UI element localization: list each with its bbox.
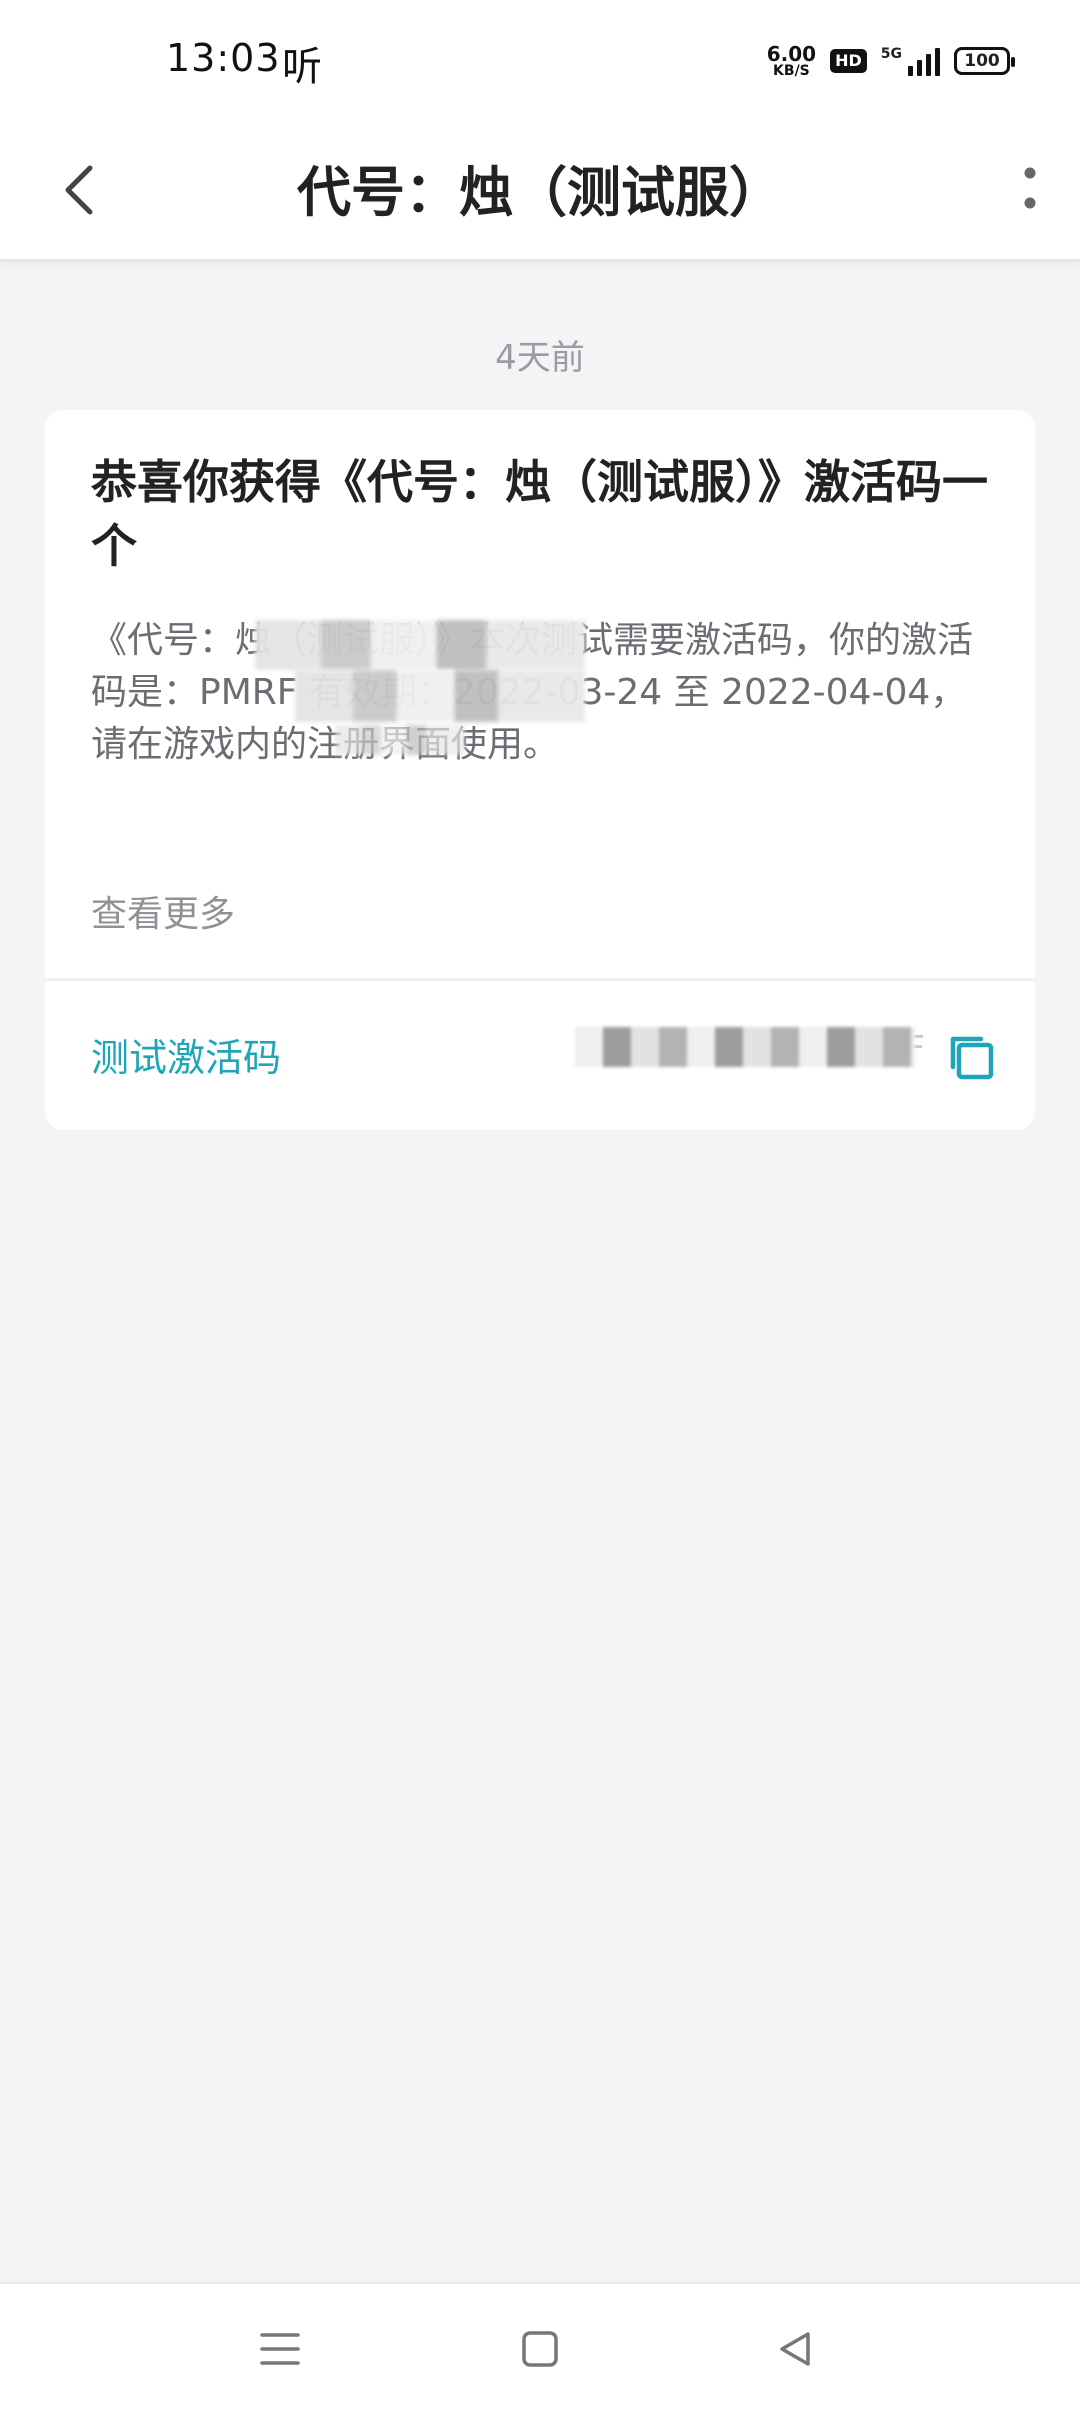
see-more-link[interactable]: 查看更多 <box>91 885 235 937</box>
battery-level: 100 <box>964 51 1000 71</box>
menu-icon <box>260 2333 300 2365</box>
activation-code-label: 测试激活码 <box>91 1036 282 1080</box>
more-options-button[interactable] <box>1000 150 1060 230</box>
redaction-mask <box>335 725 465 755</box>
back-triangle-icon <box>780 2332 810 2366</box>
battery-icon: 100 <box>954 47 1015 75</box>
network-type: 5G <box>880 46 902 62</box>
status-indicators: 6.00 KB/S HD 5G 100 <box>767 40 1015 82</box>
network-speed-unit: KB/S <box>773 63 810 79</box>
status-bar: 13:03 听 6.00 KB/S HD 5G 100 <box>0 0 1080 120</box>
hd-icon: HD <box>830 49 867 73</box>
app-bar: 代号：烛（测试服） <box>0 120 1080 262</box>
network-speed: 6.00 KB/S <box>767 44 816 78</box>
status-time: 13:03 <box>166 36 281 80</box>
home-button[interactable] <box>505 2314 575 2384</box>
more-vertical-icon <box>1024 167 1036 209</box>
redaction-mask <box>295 670 585 722</box>
message-title: 恭喜你获得《代号：烛（测试服）》激活码一个 <box>91 455 988 573</box>
page-title: 代号：烛（测试服） <box>297 161 783 224</box>
signal-icon: 5G <box>881 46 940 76</box>
redaction-mask <box>575 1027 915 1067</box>
listen-app-icon: 听 <box>282 44 322 90</box>
redaction-mask <box>255 620 585 670</box>
activation-code-row: 测试激活码 RF <box>45 981 1035 1130</box>
copy-code-button[interactable] <box>945 1031 997 1083</box>
recents-button[interactable] <box>245 2314 315 2384</box>
message-card[interactable]: 恭喜你获得《代号：烛（测试服）》激活码一个 《代号：烛（测试服）》本次测试需要激… <box>45 410 1035 1130</box>
message-timestamp: 4天前 <box>495 338 585 378</box>
home-square-icon <box>522 2331 558 2367</box>
back-nav-button[interactable] <box>760 2314 830 2384</box>
copy-icon <box>950 1036 994 1080</box>
system-nav-bar <box>0 2282 1080 2412</box>
network-speed-value: 6.00 <box>766 42 817 66</box>
